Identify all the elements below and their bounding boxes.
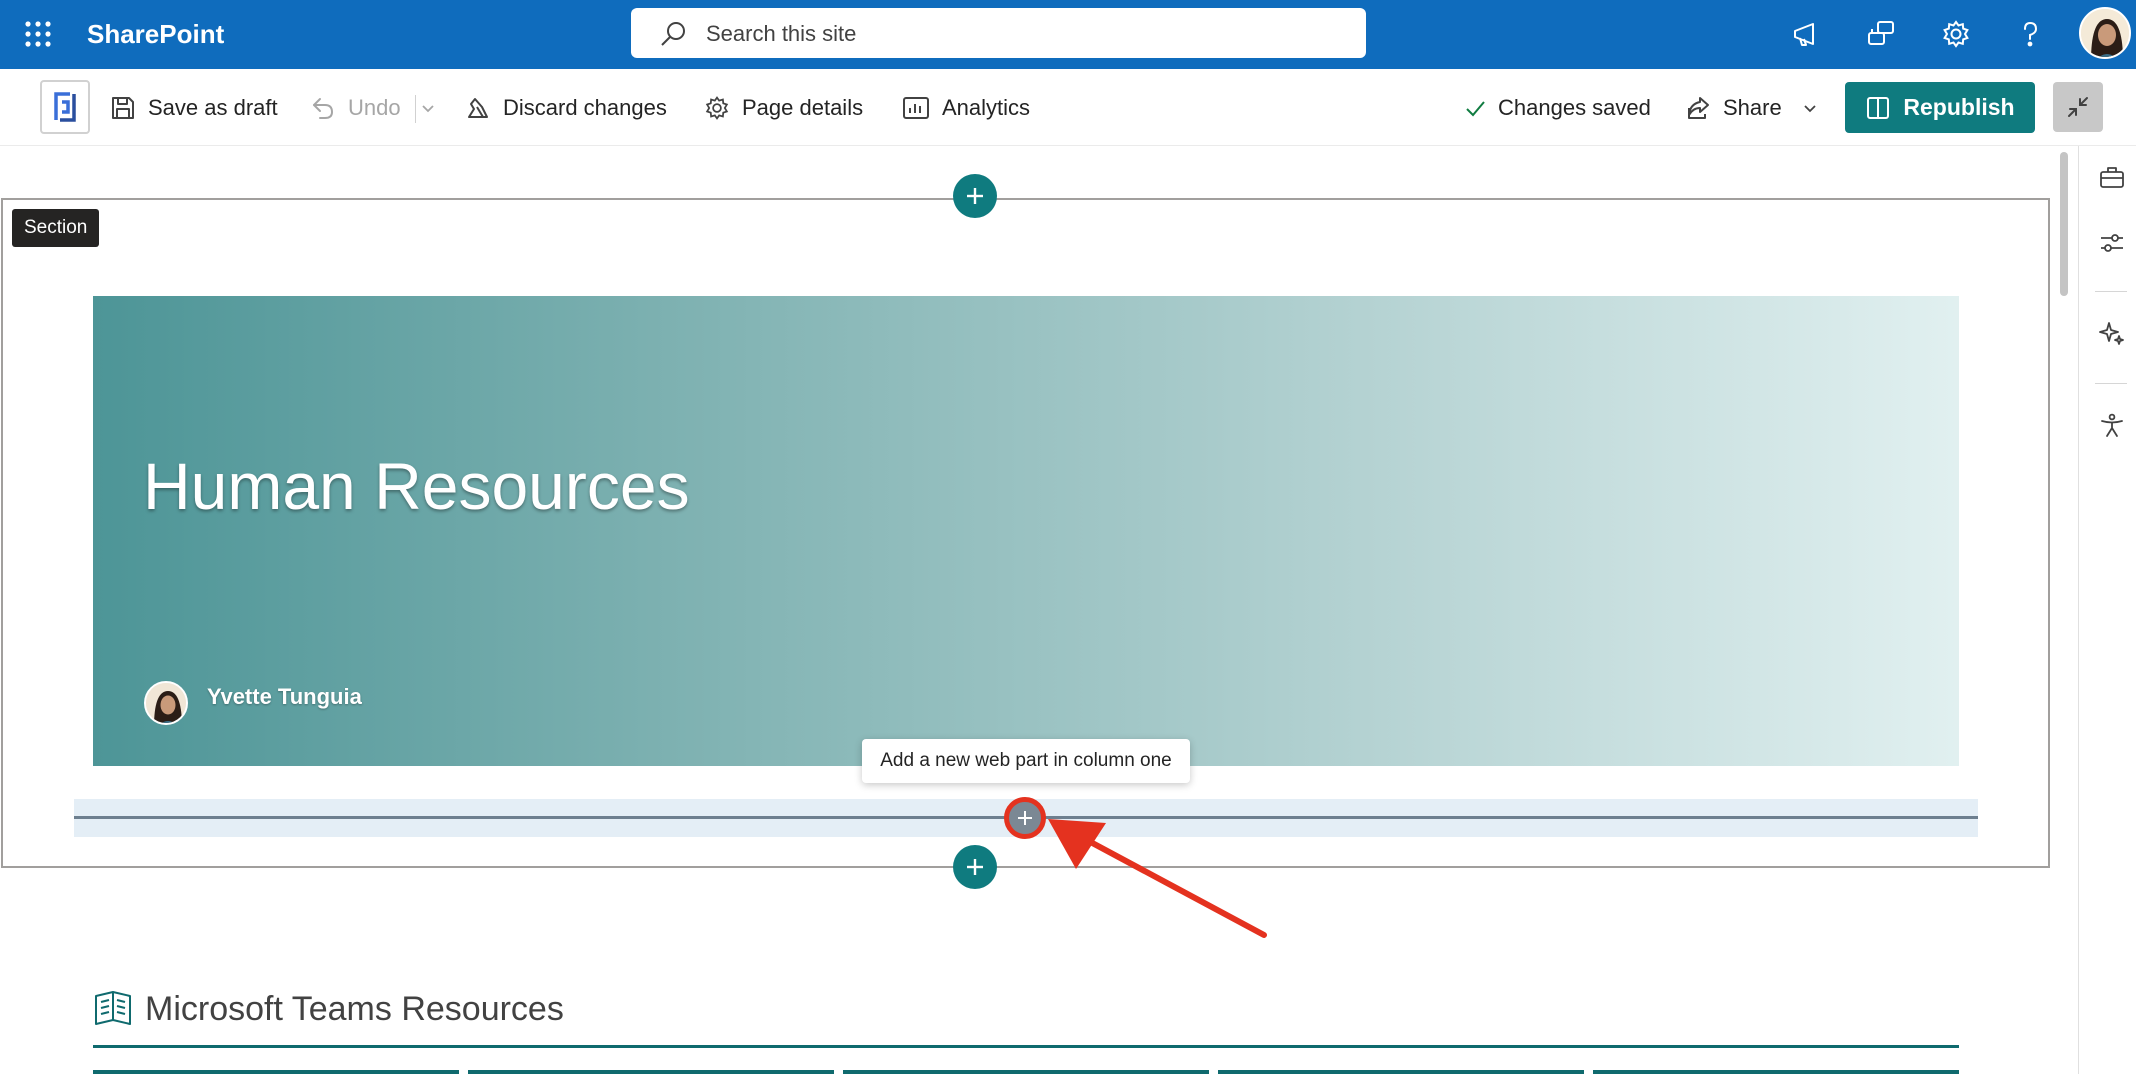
rail-divider: [2095, 383, 2127, 384]
help-icon[interactable]: [2010, 14, 2050, 54]
waffle-icon[interactable]: [18, 14, 58, 54]
discard-changes-label: Discard changes: [503, 95, 667, 120]
title-area-hero[interactable]: Human Resources Yvette Tunguia: [93, 296, 1959, 766]
webpart-heading[interactable]: Microsoft Teams Resources: [93, 986, 564, 1032]
add-section-above-button[interactable]: [953, 174, 997, 218]
page-title[interactable]: Human Resources: [143, 448, 690, 524]
search-box[interactable]: Search this site: [631, 8, 1366, 58]
republish-button[interactable]: Republish: [1845, 82, 2035, 133]
share-icon: [1688, 97, 1709, 119]
right-rail: [2078, 146, 2136, 1074]
command-bar: Save as draft Undo Discard changes Page …: [0, 69, 2136, 146]
chevron-down-icon: [1804, 105, 1816, 113]
add-webpart-tooltip: Add a new web part in column one: [862, 739, 1190, 783]
avatar[interactable]: [2079, 7, 2131, 59]
analytics-label: Analytics: [942, 95, 1031, 120]
save-status: Changes saved: [1464, 91, 1651, 125]
undo-dropdown-button[interactable]: [420, 91, 448, 125]
search-placeholder: Search this site: [706, 21, 857, 46]
webpart-title: Microsoft Teams Resources: [145, 989, 564, 1028]
collapse-icon: [2068, 97, 2088, 117]
share-label: Share: [1723, 95, 1782, 120]
megaphone-icon[interactable]: [1786, 14, 1826, 54]
gear-icon: [705, 96, 729, 120]
page-details-label: Page details: [742, 95, 864, 120]
chat-bubbles-icon[interactable]: [1861, 14, 1901, 54]
plus-icon: [967, 859, 983, 875]
page-details-button[interactable]: Page details: [704, 91, 863, 125]
resource-card[interactable]: [1593, 1070, 1959, 1074]
undo-icon: [313, 98, 333, 119]
page-canvas: Section Human Resources Yvette Tunguia A…: [0, 146, 2050, 1074]
undo-label: Undo: [348, 95, 401, 120]
save-status-label: Changes saved: [1498, 95, 1651, 120]
section-tag[interactable]: Section: [12, 209, 100, 247]
save-as-draft-label: Save as draft: [148, 95, 278, 120]
gear-icon[interactable]: [1936, 14, 1976, 54]
share-button[interactable]: Share: [1685, 91, 1818, 125]
save-icon: [112, 97, 134, 119]
properties-sliders-icon[interactable]: [2097, 228, 2127, 258]
collapse-button[interactable]: [2053, 82, 2103, 132]
checkmark-icon: [1466, 101, 1485, 117]
toolbox-icon[interactable]: [2097, 162, 2127, 192]
republish-label: Republish: [1903, 94, 2015, 120]
resource-card[interactable]: [468, 1070, 834, 1074]
accessibility-icon[interactable]: [2097, 410, 2127, 440]
suite-bar: SharePoint Search this site: [0, 0, 2136, 69]
app-name[interactable]: SharePoint: [87, 19, 224, 50]
chevron-down-icon: [422, 105, 434, 113]
discard-changes-button[interactable]: Discard changes: [465, 91, 667, 125]
analytics-icon: [903, 97, 929, 119]
author-name[interactable]: Yvette Tunguia: [207, 684, 362, 710]
add-section-below-button[interactable]: [953, 845, 997, 889]
resource-card[interactable]: [93, 1070, 459, 1074]
scrollbar-thumb[interactable]: [2060, 152, 2068, 296]
site-logo[interactable]: [40, 80, 90, 134]
book-icon: [1867, 96, 1890, 119]
analytics-button[interactable]: Analytics: [902, 91, 1030, 125]
resource-card[interactable]: [1218, 1070, 1584, 1074]
author-avatar: [144, 681, 188, 725]
resource-card[interactable]: [843, 1070, 1209, 1074]
discard-icon: [468, 98, 488, 118]
webpart-heading-rule: [93, 1045, 1959, 1048]
save-as-draft-button[interactable]: Save as draft: [110, 91, 278, 125]
annotation-arrow: [1048, 819, 1267, 938]
book-open-icon: [95, 991, 131, 1025]
search-icon: [659, 20, 687, 53]
plus-icon: [967, 188, 983, 204]
rail-divider: [2095, 291, 2127, 292]
undo-button[interactable]: Undo: [310, 91, 401, 125]
undo-separator: [415, 95, 416, 123]
sparkle-icon[interactable]: [2097, 318, 2127, 348]
